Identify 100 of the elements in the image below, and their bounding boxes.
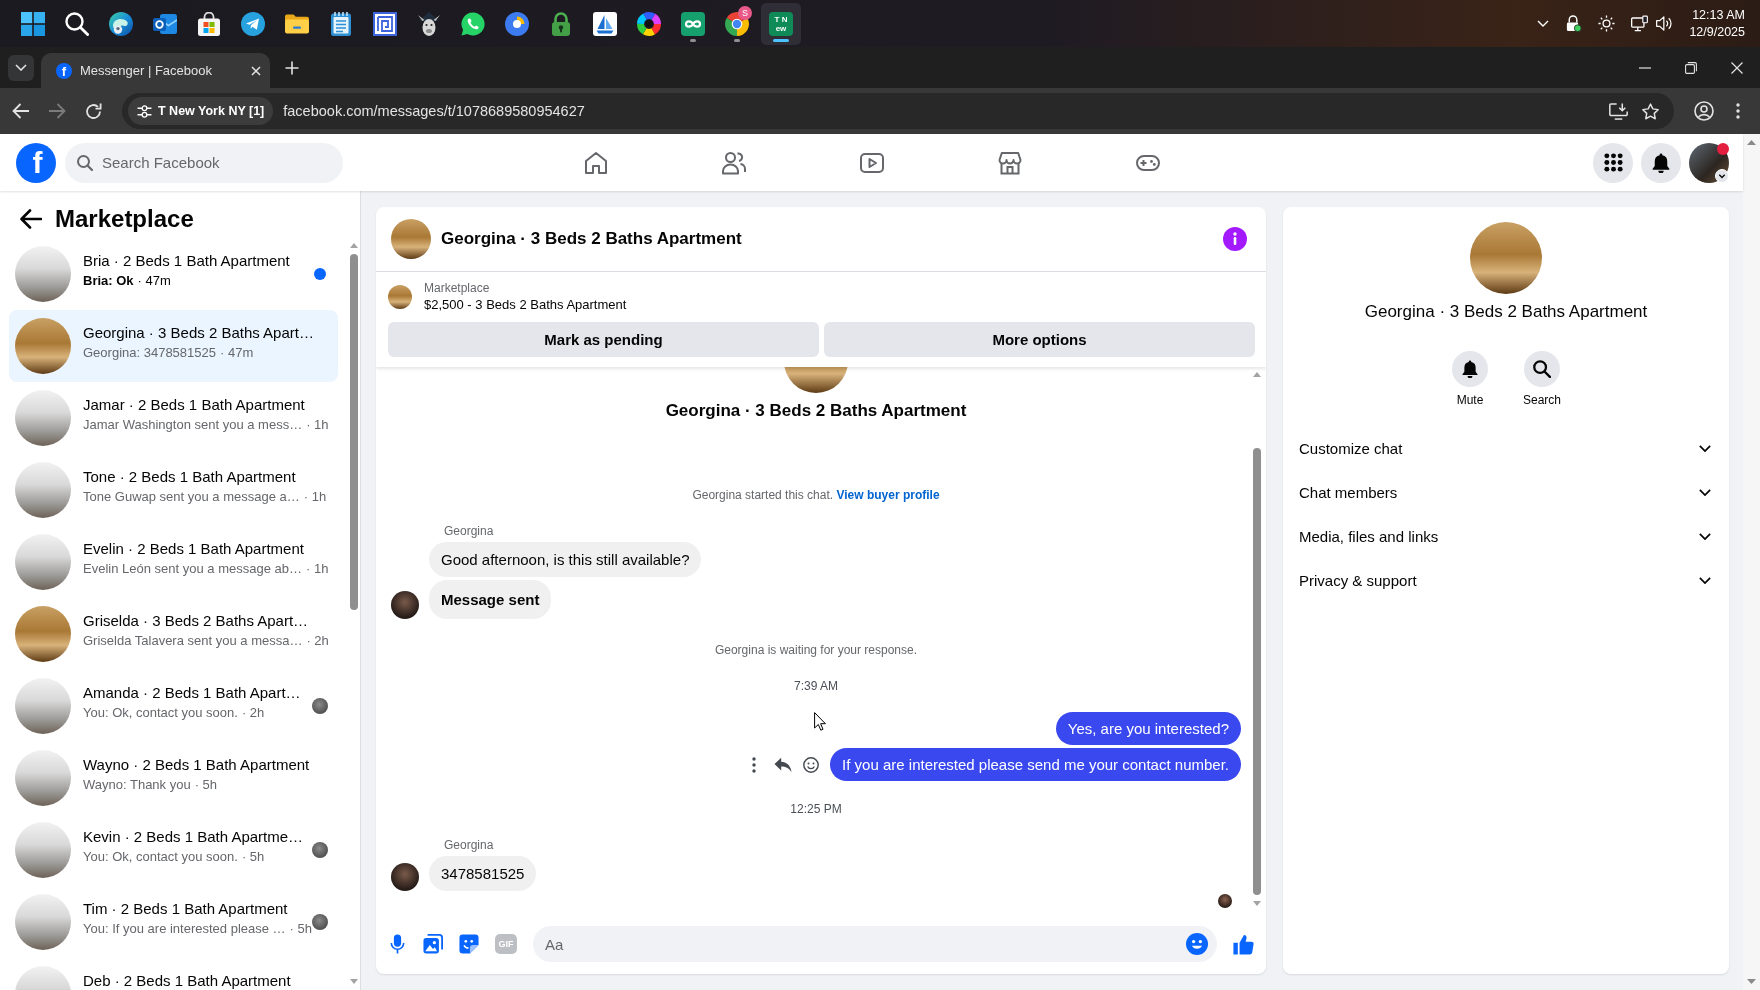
- message-preview: Wayno: Thank you: [83, 777, 191, 793]
- conversation-item[interactable]: Kevin · 2 Beds 1 Bath Apartme… You: Ok, contact you soon. · 5h: [9, 814, 338, 886]
- listing-action-button[interactable]: Mark as pending: [388, 322, 819, 357]
- tune-icon: [137, 104, 152, 118]
- listing-photo: [15, 390, 71, 446]
- action-label: Mute: [1456, 392, 1484, 408]
- sticker-icon[interactable]: [459, 934, 479, 954]
- conversation-item[interactable]: Tone · 2 Beds 1 Bath Apartment Tone Guwap sent you a message a… · 1h: [9, 454, 338, 526]
- forward-arrow-icon[interactable]: [48, 103, 66, 119]
- storefront-icon[interactable]: [997, 150, 1022, 175]
- message-bubble: If you are interested please send me your contact number.: [830, 748, 1241, 781]
- favicon: f: [56, 62, 72, 79]
- site-logo[interactable]: f: [16, 142, 56, 183]
- accordion-item[interactable]: Customize chat: [1283, 426, 1729, 470]
- color-wheel-icon: [637, 11, 661, 36]
- more-icon[interactable]: [752, 756, 757, 773]
- monitor-icon[interactable]: [1631, 15, 1649, 32]
- padlock-icon[interactable]: [1565, 15, 1583, 32]
- notifications-button[interactable]: [1641, 142, 1681, 183]
- speaker-icon[interactable]: [1656, 15, 1674, 32]
- accordion-item[interactable]: Privacy & support: [1283, 558, 1729, 602]
- conversation-item[interactable]: Evelin · 2 Beds 1 Bath Apartment Evelin León sent you a message ab… · 1h: [9, 526, 338, 598]
- search-icon: [77, 154, 93, 171]
- message-field[interactable]: Aa: [533, 926, 1217, 962]
- sender-name: Georgina: [444, 523, 494, 539]
- conversation-item[interactable]: Deb · 2 Beds 1 Bath Apartment: [9, 958, 338, 990]
- listing-photo: [15, 606, 71, 662]
- chat-notice: Georgina is waiting for your response.: [714, 642, 918, 658]
- listing-summary[interactable]: $2,500 - 3 Beds 2 Baths Apartment: [424, 296, 627, 313]
- accordion-item[interactable]: Chat members: [1283, 470, 1729, 514]
- menu-button[interactable]: [1593, 142, 1633, 183]
- emoji-icon[interactable]: [1186, 933, 1208, 955]
- conversation-item[interactable]: Wayno · 2 Beds 1 Bath Apartment Wayno: Thank you · 5h: [9, 742, 338, 814]
- emoji-icon[interactable]: [802, 756, 821, 773]
- search-button[interactable]: [1524, 351, 1560, 387]
- conversation-title: Griselda · 3 Beds 2 Baths Apart…: [83, 612, 310, 629]
- conversation-item[interactable]: Jamar · 2 Beds 1 Bath Apartment Jamar Washington sent you a mess… · 1h: [9, 382, 338, 454]
- message-time: · 1h: [306, 417, 329, 433]
- info-icon[interactable]: [1223, 227, 1247, 251]
- message-preview: Tone Guwap sent you a message a…: [83, 489, 300, 505]
- people-icon[interactable]: [721, 150, 746, 175]
- conversation-item[interactable]: Georgina · 3 Beds 2 Baths Apart… Georgina: 3478581525 · 47m: [9, 310, 338, 382]
- details-title: Georgina · 3 Beds 2 Baths Apartment: [1364, 301, 1648, 323]
- home-icon[interactable]: [583, 150, 608, 175]
- minimize-icon[interactable]: [1639, 66, 1651, 69]
- plus-icon[interactable]: [285, 60, 299, 75]
- back-arrow-icon[interactable]: [20, 208, 42, 229]
- mouse-cursor-icon: [814, 712, 826, 731]
- accordion-item[interactable]: Media, files and links: [1283, 514, 1729, 558]
- padlock-icon: [549, 11, 573, 36]
- listing-photo: [15, 534, 71, 590]
- intro-title: Georgina · 3 Beds 2 Baths Apartment: [665, 400, 967, 422]
- sun-icon[interactable]: [1598, 15, 1616, 32]
- video-icon[interactable]: [859, 150, 884, 175]
- star-icon[interactable]: [1641, 102, 1660, 120]
- listing-action-button[interactable]: More options: [824, 322, 1255, 357]
- conversation-title: Deb · 2 Beds 1 Bath Apartment: [83, 972, 292, 989]
- chat-title[interactable]: Georgina · 3 Beds 2 Baths Apartment: [441, 229, 1213, 249]
- clock-time[interactable]: 12:13 AM: [1692, 6, 1745, 24]
- swirl-icon: [109, 11, 133, 36]
- message-time: · 5h: [289, 921, 312, 937]
- scroll-down-icon[interactable]: [1747, 979, 1756, 984]
- scrollbar-thumb[interactable]: [1252, 448, 1261, 895]
- message-time: · 1h: [303, 489, 327, 505]
- microphone-icon[interactable]: [390, 934, 405, 954]
- profile-icon[interactable]: [1694, 101, 1714, 121]
- conversation-title: Kevin · 2 Beds 1 Bath Apartme…: [83, 828, 300, 845]
- conversation-title: Evelin · 2 Beds 1 Bath Apartment: [83, 540, 305, 557]
- chevron-down-icon[interactable]: [1537, 20, 1550, 27]
- scroll-up-icon[interactable]: [1747, 140, 1756, 145]
- conversation-item[interactable]: Tim · 2 Beds 1 Bath Apartment You: If you are interested please … · 5h: [9, 886, 338, 958]
- browser-tab[interactable]: f Messenger | Facebook: [41, 53, 270, 88]
- notepad-icon: [329, 11, 353, 36]
- mute-button[interactable]: [1452, 351, 1488, 387]
- search-field[interactable]: Search Facebook: [65, 142, 343, 183]
- reload-icon[interactable]: [85, 102, 102, 120]
- conversation-item[interactable]: Griselda · 3 Beds 2 Baths Apart… Griselda Talavera sent you a messa… · 2h: [9, 598, 338, 670]
- message-bubble: Good afternoon, is this still available?: [429, 542, 702, 577]
- shopping-bag-icon: [197, 11, 221, 36]
- scrollbar-thumb[interactable]: [349, 254, 358, 610]
- restore-icon[interactable]: [1685, 61, 1697, 74]
- close-icon[interactable]: [251, 65, 261, 76]
- view-buyer-profile-link[interactable]: View buyer profile: [836, 488, 940, 502]
- tab-list-button[interactable]: [8, 54, 34, 81]
- timestamp: 12:25 PM: [790, 801, 842, 817]
- address-bar[interactable]: T New York NY [1] facebook.com/messages/t/1078689580954627: [122, 93, 1674, 129]
- close-icon[interactable]: [1731, 61, 1743, 74]
- thumbs-up-icon[interactable]: [1233, 933, 1254, 955]
- clock-date[interactable]: 12/9/2025: [1689, 23, 1745, 41]
- conversation-item[interactable]: Bria · 2 Beds 1 Bath Apartment Bria: Ok · 47m: [9, 238, 338, 310]
- install-icon[interactable]: [1609, 102, 1628, 120]
- site-info-chip[interactable]: T New York NY [1]: [128, 97, 274, 125]
- listing-photo: [15, 246, 71, 302]
- reply-icon[interactable]: [774, 756, 793, 773]
- chat-start-note: Georgina started this chat. View buyer profile: [692, 487, 940, 503]
- conversation-title: Amanda · 2 Beds 1 Bath Apart…: [83, 684, 300, 701]
- conversation-item[interactable]: Amanda · 2 Beds 1 Bath Apart… You: Ok, contact you soon. · 2h: [9, 670, 338, 742]
- taskbar-app-button[interactable]: T N ew: [761, 2, 801, 45]
- more-icon[interactable]: [1736, 103, 1740, 119]
- photo-icon[interactable]: [423, 934, 443, 954]
